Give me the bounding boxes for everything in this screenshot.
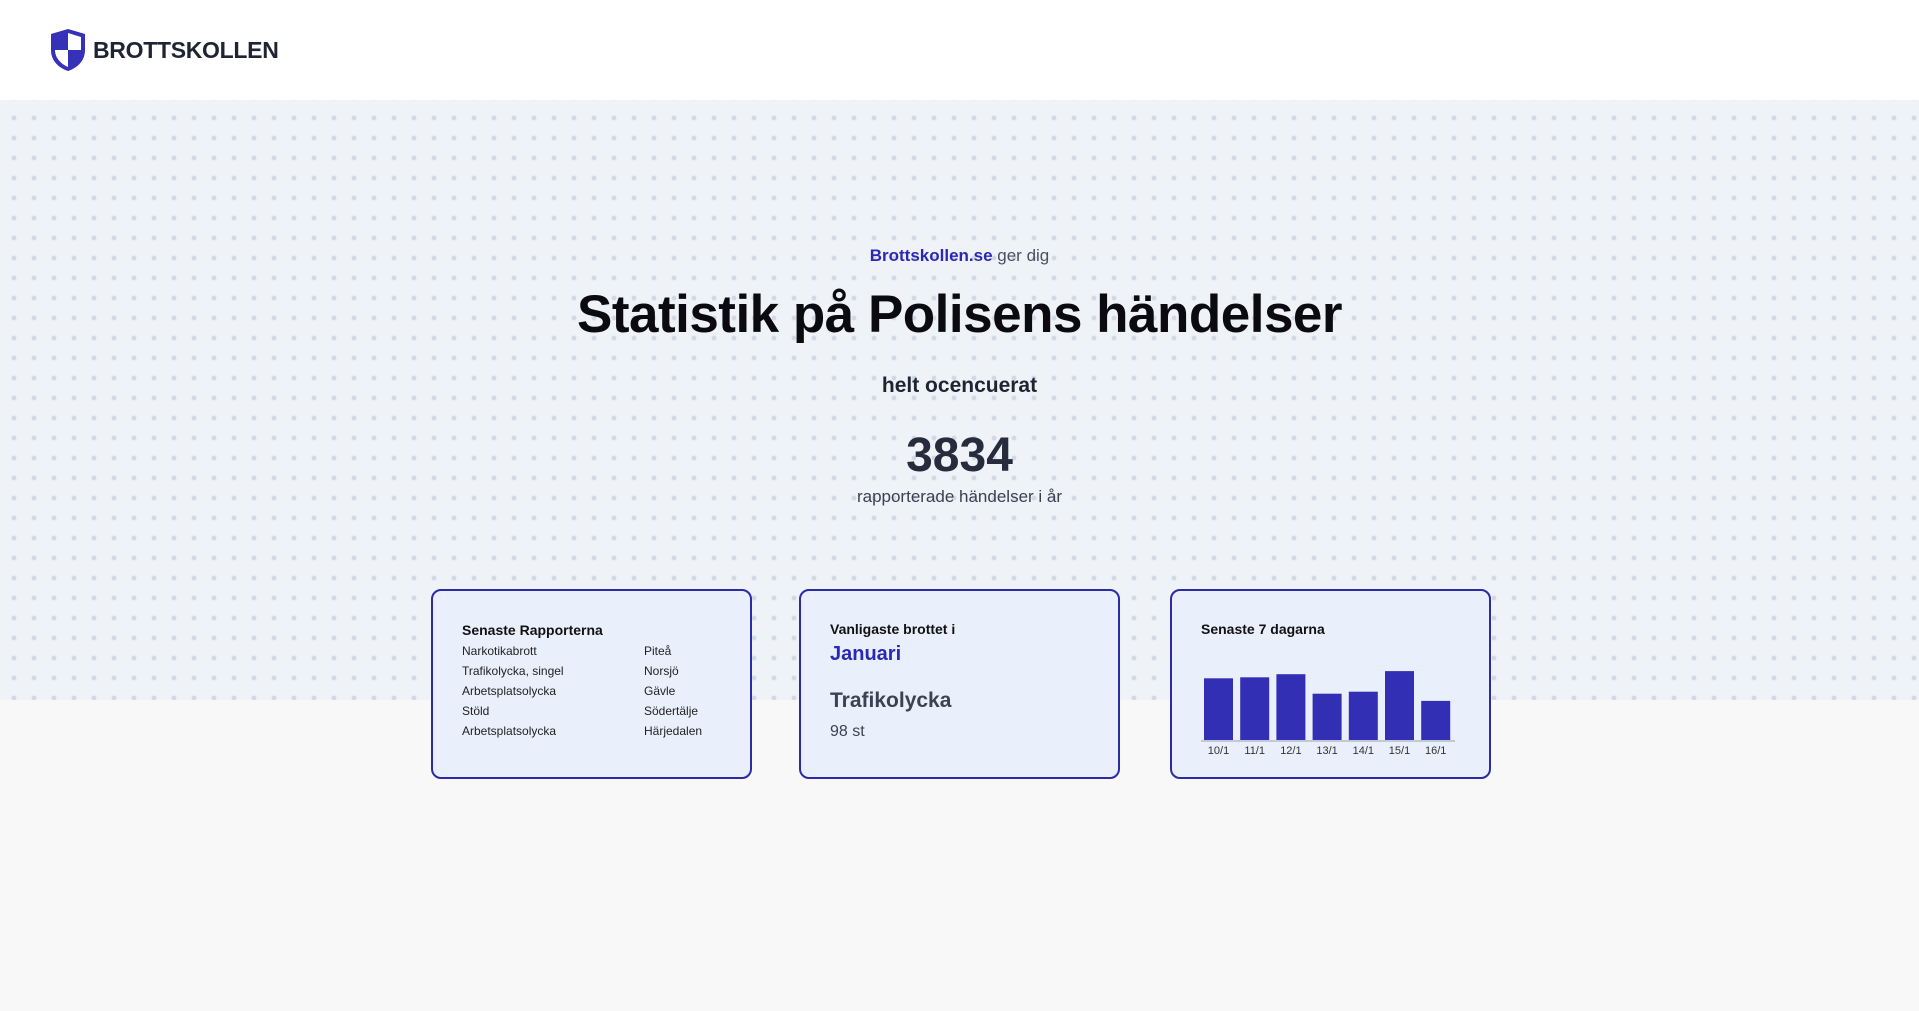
page-title: Statistik på Polisens händelser <box>576 285 1343 344</box>
latest-reports-card: Senaste Rapporterna Narkotikabrott Piteå… <box>431 589 752 779</box>
bar-chart: 10/1 11/1 12/1 13/1 14/1 15/1 16/1 <box>1201 671 1455 757</box>
report-place: Gävle <box>644 684 676 698</box>
chart-bar <box>1421 700 1451 740</box>
report-row[interactable]: Arbetsplatsolycka Gävle <box>462 684 724 704</box>
chart-bar <box>1240 677 1270 740</box>
report-row[interactable]: Trafikolycka, singel Norsjö <box>462 664 724 684</box>
report-place: Norsjö <box>644 664 679 678</box>
chart-bar <box>1348 691 1378 740</box>
tagline-text: ger dig <box>992 246 1050 265</box>
page-subtitle: helt ocencuerat <box>881 374 1038 397</box>
chart-tick-label: 13/1 <box>1316 745 1337 757</box>
chart-tick-label: 12/1 <box>1280 745 1301 757</box>
header: BROTTSKOLLEN <box>0 0 1919 100</box>
chart-bar <box>1385 671 1414 740</box>
chart-tick-label: 11/1 <box>1244 745 1265 757</box>
report-place: Södertälje <box>644 704 699 718</box>
common-crime-name: Trafikolycka <box>830 689 952 712</box>
report-crime: Trafikolycka, singel <box>462 664 564 678</box>
report-crime: Narkotikabrott <box>462 644 537 658</box>
report-row[interactable]: Narkotikabrott Piteå <box>462 644 724 664</box>
report-row[interactable]: Stöld Södertälje <box>462 704 724 724</box>
common-crime-card: Vanligaste brottet i Januari Trafikolyck… <box>799 589 1120 779</box>
report-crime: Stöld <box>462 704 490 718</box>
common-crime-month: Januari <box>830 643 902 665</box>
chart-tick-label: 10/1 <box>1208 745 1229 757</box>
shield-icon <box>51 29 85 71</box>
logo-text: BROTTSKOLLEN <box>93 36 279 63</box>
common-crime-title: Vanligaste brottet i <box>830 621 956 637</box>
report-place: Piteå <box>644 644 672 658</box>
chart-bar <box>1204 678 1233 740</box>
incident-count-label: rapporterade händelser i år <box>856 487 1063 506</box>
logo-link[interactable]: BROTTSKOLLEN <box>49 27 279 73</box>
chart-tick-label: 16/1 <box>1425 745 1446 757</box>
incident-count: 3834 <box>906 429 1013 482</box>
report-crime: Arbetsplatsolycka <box>462 684 557 698</box>
report-row[interactable]: Arbetsplatsolycka Härjedalen <box>462 724 724 744</box>
report-crime: Arbetsplatsolycka <box>462 724 557 738</box>
chart-bar <box>1276 674 1306 740</box>
chart-bar <box>1312 693 1342 740</box>
chart-tick-label: 14/1 <box>1353 745 1374 757</box>
report-place: Härjedalen <box>644 724 703 738</box>
tagline: Brottskollen.se ger dig <box>0 246 1919 266</box>
latest-reports-title: Senaste Rapporterna <box>462 622 603 638</box>
brand-name: Brottskollen.se <box>869 246 993 265</box>
chart-tick-label: 15/1 <box>1389 745 1410 757</box>
last-seven-days-card: Senaste 7 dagarna 10/1 11/1 12/1 13/1 14/1 15… <box>1170 589 1491 779</box>
common-crime-count: 98 st <box>830 723 865 740</box>
